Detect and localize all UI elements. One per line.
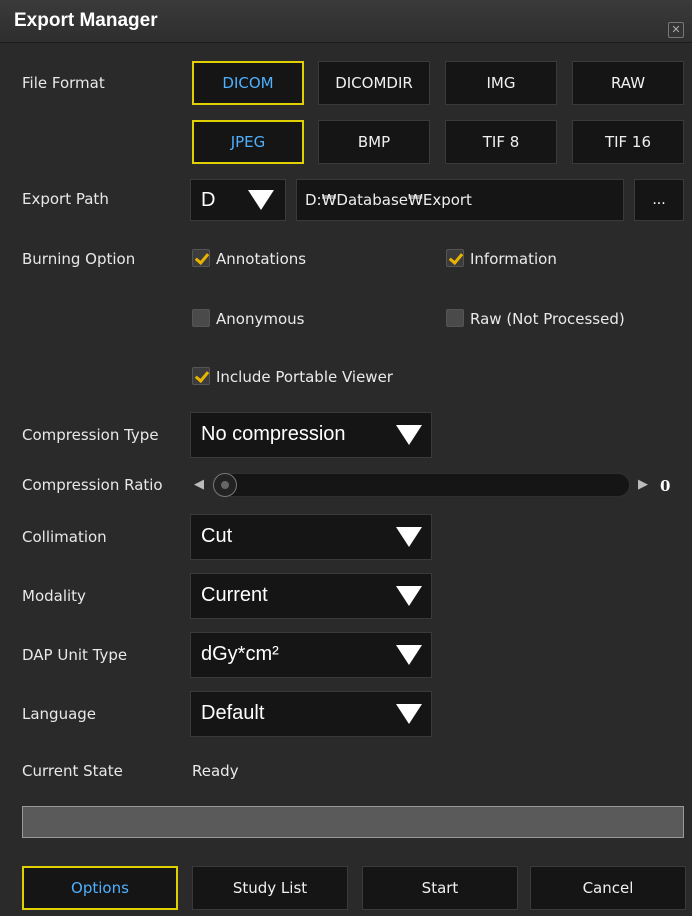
modality-select[interactable]: Current (190, 573, 432, 619)
format-tif16-button[interactable]: TIF 16 (572, 120, 684, 164)
compression-ratio-slider[interactable] (212, 473, 630, 497)
dap-unit-type-dropdown-arrow[interactable] (387, 633, 431, 677)
export-progress-bar (22, 806, 684, 838)
chevron-down-icon (396, 425, 422, 445)
dap-unit-type-label: DAP Unit Type (22, 646, 128, 664)
title-bar: Export Manager ✕ (0, 0, 692, 43)
portable-viewer-label: Include Portable Viewer (216, 368, 393, 386)
chevron-down-icon (248, 190, 274, 210)
modality-value: Current (201, 584, 268, 606)
slider-decrease-icon[interactable]: ◀ (194, 477, 204, 492)
format-dicom-button[interactable]: DICOM (192, 61, 304, 105)
compression-type-dropdown-arrow[interactable] (387, 413, 431, 457)
information-label: Information (470, 250, 557, 268)
export-path-label: Export Path (22, 190, 109, 208)
anonymous-checkbox[interactable] (192, 309, 210, 327)
compression-type-label: Compression Type (22, 426, 159, 444)
format-img-button[interactable]: IMG (445, 61, 557, 105)
browse-button[interactable]: ... (634, 179, 684, 221)
language-label: Language (22, 705, 97, 723)
modality-label: Modality (22, 587, 86, 605)
export-path-field[interactable]: D:₩Database₩Export (296, 179, 624, 221)
current-state-value: Ready (192, 762, 239, 780)
raw-not-processed-checkbox[interactable] (446, 309, 464, 327)
drive-select[interactable]: D (190, 179, 286, 221)
file-format-label: File Format (22, 74, 105, 92)
format-raw-button[interactable]: RAW (572, 61, 684, 105)
chevron-down-icon (396, 527, 422, 547)
chevron-down-icon (396, 704, 422, 724)
collimation-value: Cut (201, 525, 233, 547)
annotations-checkbox[interactable] (192, 249, 210, 267)
slider-thumb[interactable] (213, 473, 237, 497)
annotations-label: Annotations (216, 250, 307, 268)
collimation-select[interactable]: Cut (190, 514, 432, 560)
portable-viewer-checkbox[interactable] (192, 367, 210, 385)
compression-ratio-label: Compression Ratio (22, 476, 163, 494)
information-checkbox[interactable] (446, 249, 464, 267)
current-state-label: Current State (22, 762, 123, 780)
language-select[interactable]: Default (190, 691, 432, 737)
compression-type-select[interactable]: No compression (190, 412, 432, 458)
slider-increase-icon[interactable]: ▶ (638, 477, 648, 492)
modality-dropdown-arrow[interactable] (387, 574, 431, 618)
close-icon[interactable]: ✕ (668, 22, 684, 38)
options-button[interactable]: Options (22, 866, 178, 910)
anonymous-label: Anonymous (216, 310, 305, 328)
format-bmp-button[interactable]: BMP (318, 120, 430, 164)
study-list-button[interactable]: Study List (192, 866, 348, 910)
compression-ratio-value: 0 (660, 477, 671, 495)
drive-value: D (201, 189, 216, 211)
collimation-label: Collimation (22, 528, 107, 546)
format-dicomdir-button[interactable]: DICOMDIR (318, 61, 430, 105)
export-manager-window: Export Manager ✕ File Format DICOM DICOM… (0, 0, 692, 916)
drive-dropdown-arrow[interactable] (237, 180, 285, 220)
language-dropdown-arrow[interactable] (387, 692, 431, 736)
export-path-value: D:₩Database₩Export (305, 191, 472, 209)
language-value: Default (201, 702, 265, 724)
start-button[interactable]: Start (362, 866, 518, 910)
dap-unit-type-select[interactable]: dGy*cm² (190, 632, 432, 678)
raw-not-processed-label: Raw (Not Processed) (470, 310, 625, 328)
burning-option-label: Burning Option (22, 250, 136, 268)
chevron-down-icon (396, 586, 422, 606)
cancel-button[interactable]: Cancel (530, 866, 686, 910)
dap-unit-type-value: dGy*cm² (201, 643, 279, 665)
collimation-dropdown-arrow[interactable] (387, 515, 431, 559)
format-tif8-button[interactable]: TIF 8 (445, 120, 557, 164)
chevron-down-icon (396, 645, 422, 665)
window-title: Export Manager (14, 10, 158, 31)
compression-type-value: No compression (201, 423, 346, 445)
format-jpeg-button[interactable]: JPEG (192, 120, 304, 164)
